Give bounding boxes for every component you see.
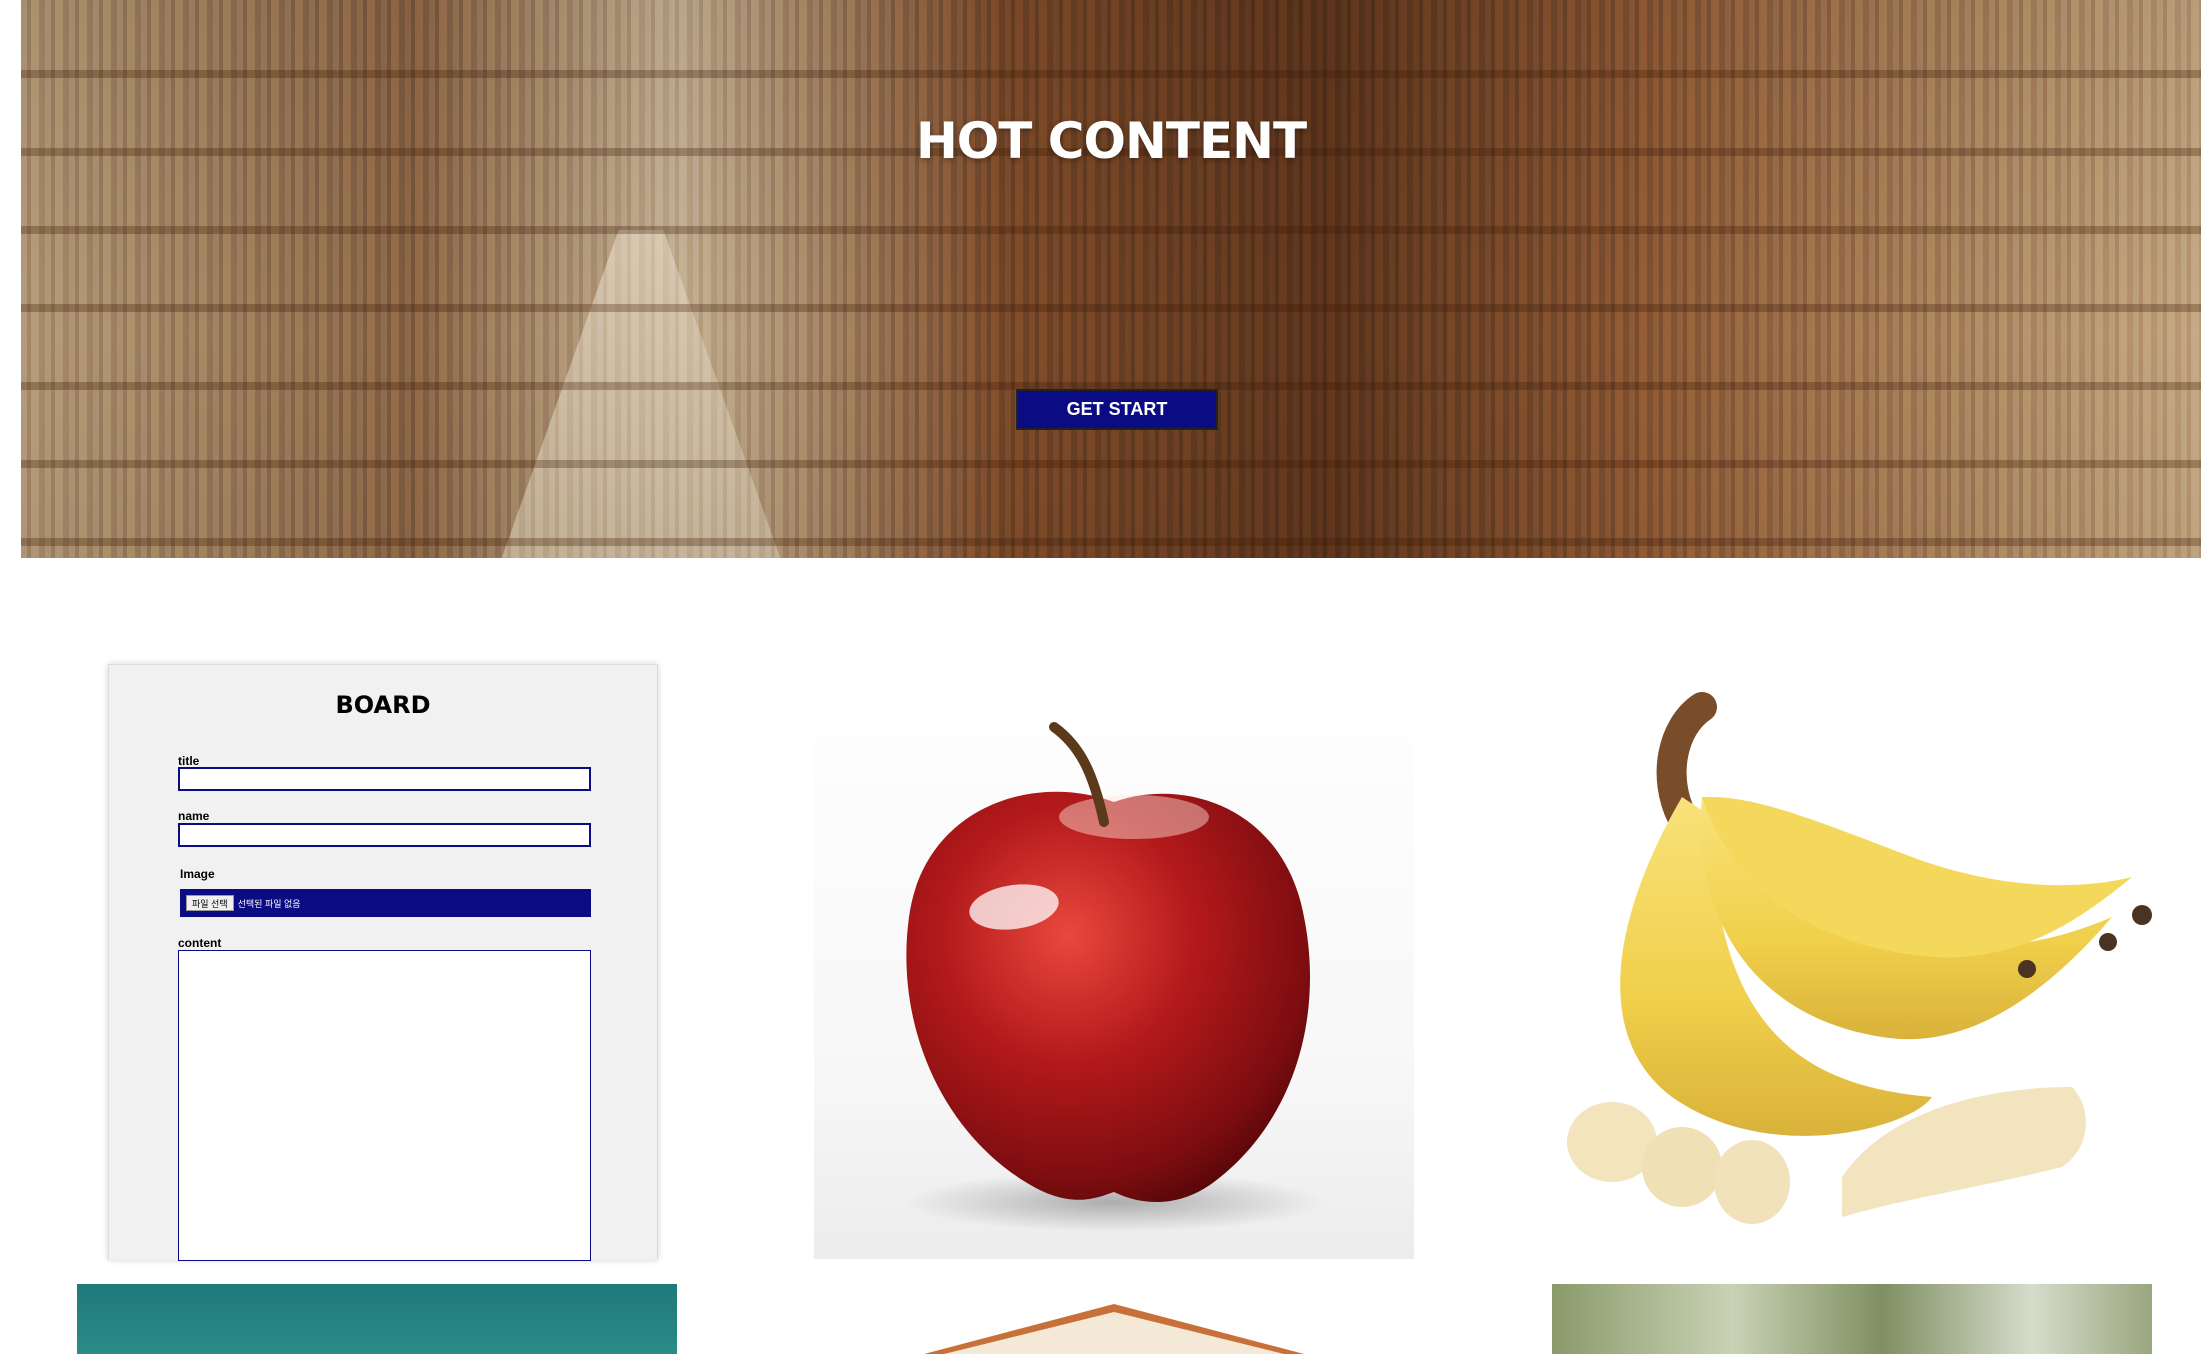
hero-banner: HOT CONTENT GET START [21,0,2201,558]
get-start-button[interactable]: GET START [1016,389,1218,430]
name-input[interactable] [178,823,591,847]
banana-illustration [1567,692,2152,1224]
nature-image [1552,1284,2152,1354]
title-label: title [178,754,200,768]
banana-image [1552,657,2152,1259]
choose-file-button[interactable]: 파일 선택 [186,895,234,911]
content-textarea[interactable] [178,950,591,1261]
book-image [814,1284,1414,1354]
name-label: name [178,809,210,823]
hero-shelf-lines [21,0,2201,558]
board-form-card: BOARD title name Image 파일 선택 선택된 파일 없음 c… [108,664,658,1261]
apple-illustration [904,722,1324,1232]
image-label: Image [180,867,215,881]
teal-image [77,1284,677,1354]
book-illustration [924,1304,1304,1354]
apple-image [814,657,1414,1259]
image-file-input[interactable]: 파일 선택 선택된 파일 없음 [180,889,591,917]
file-status-text: 선택된 파일 없음 [237,898,301,909]
board-title: BOARD [335,691,431,719]
content-label: content [178,936,222,950]
title-input[interactable] [178,767,591,791]
hero-title: HOT CONTENT [915,111,1307,170]
